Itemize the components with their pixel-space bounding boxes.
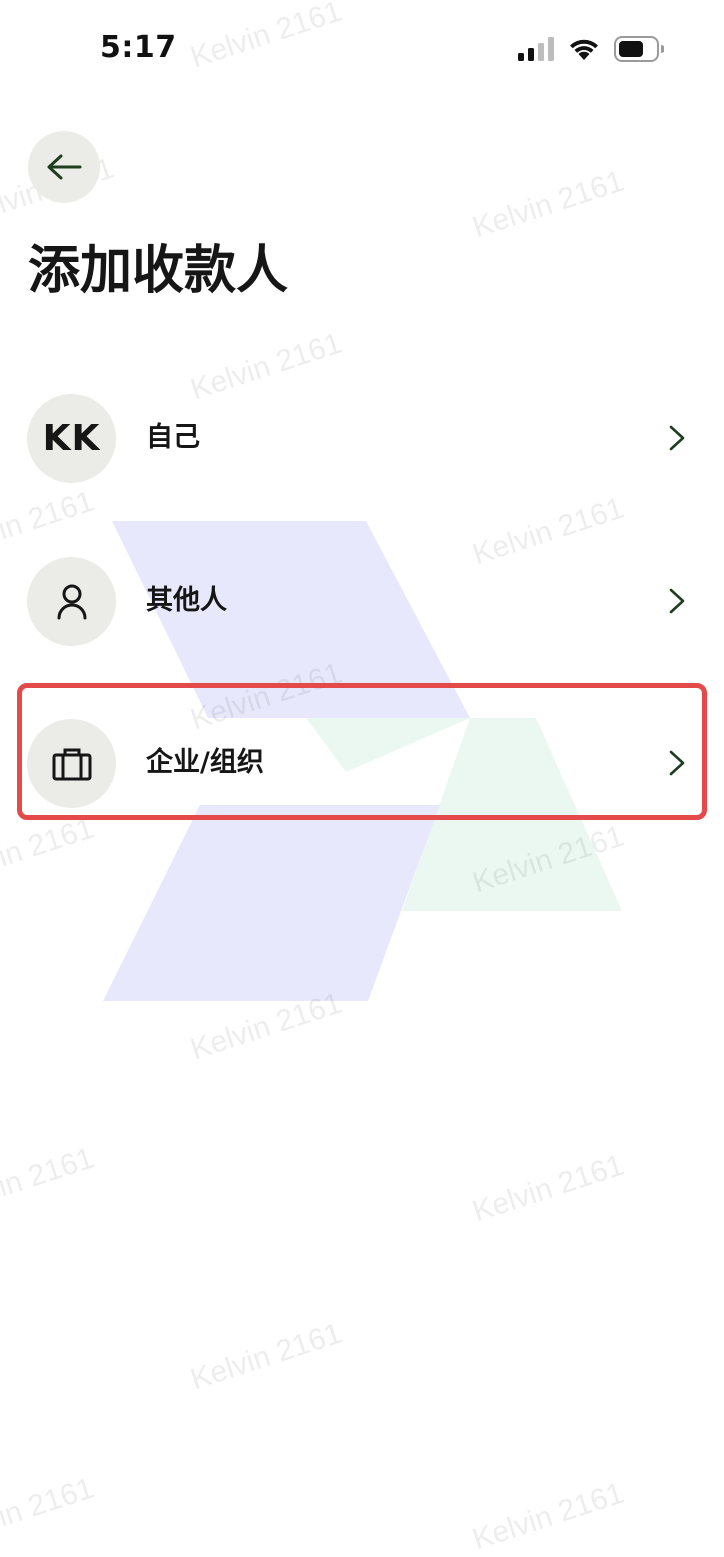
watermark-text: Kelvin 2161 <box>186 986 346 1067</box>
wifi-icon <box>570 39 598 60</box>
watermark-text: Kelvin 2161 <box>0 1471 98 1552</box>
person-icon <box>57 584 86 619</box>
avatar-initials: KK <box>42 418 101 459</box>
arrow-left-icon <box>47 154 82 180</box>
battery-icon <box>614 36 664 62</box>
watermark-text: Kelvin 2161 <box>0 811 98 892</box>
payee-option-label: 自己 <box>146 422 200 453</box>
status-bar: 5:17 <box>0 0 724 100</box>
watermark-text: Kelvin 2161 <box>0 1141 98 1222</box>
payee-option-self[interactable]: KK 自己 <box>0 388 724 488</box>
avatar: KK <box>27 394 116 483</box>
payee-option-label: 其他人 <box>146 585 227 616</box>
status-time: 5:17 <box>100 30 177 65</box>
chevron-right-icon <box>669 750 685 776</box>
watermark-text: Kelvin 2161 <box>186 1316 346 1397</box>
watermark-text: Kelvin 2161 <box>468 164 628 245</box>
watermark-text: Kelvin 2161 <box>468 819 628 900</box>
cellular-signal-icon <box>518 37 554 61</box>
chevron-right-icon <box>669 588 685 614</box>
avatar <box>27 557 116 646</box>
payee-option-business[interactable]: 企业/组织 <box>0 713 724 813</box>
avatar <box>27 719 116 808</box>
payee-option-label: 企业/组织 <box>146 747 264 778</box>
page-title: 添加收款人 <box>28 241 289 301</box>
payee-option-others[interactable]: 其他人 <box>0 551 724 651</box>
back-button[interactable] <box>28 131 100 203</box>
status-icons <box>518 36 664 62</box>
briefcase-icon <box>52 748 91 780</box>
watermark-text: Kelvin 2161 <box>468 1148 628 1229</box>
chevron-right-icon <box>669 425 685 451</box>
watermark-text: Kelvin 2161 <box>468 1476 628 1557</box>
